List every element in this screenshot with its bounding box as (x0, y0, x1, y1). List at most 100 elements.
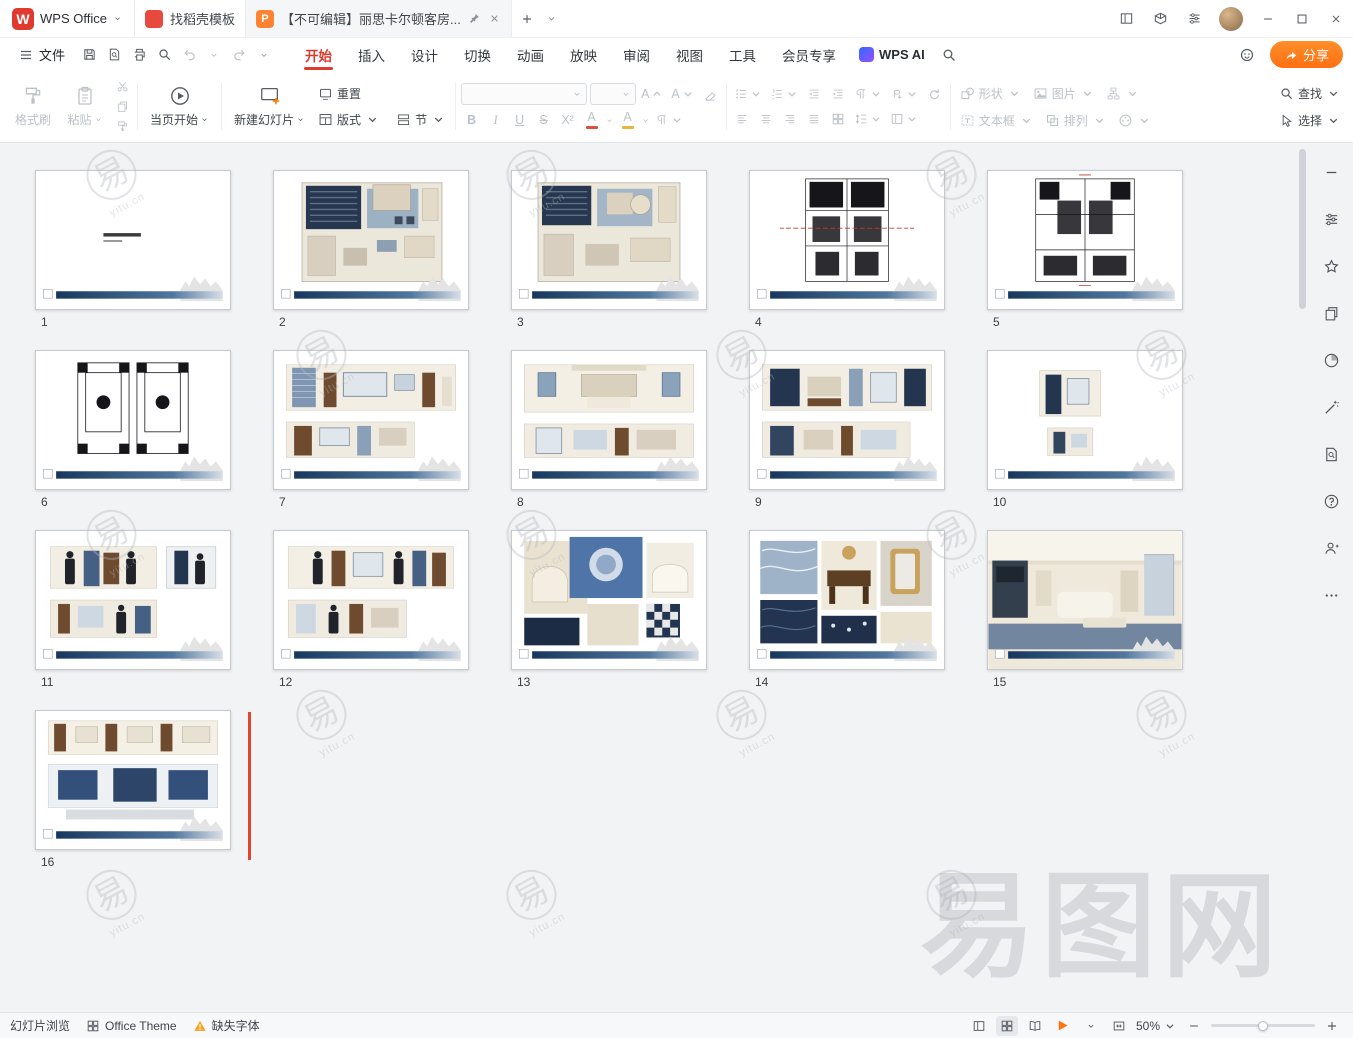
ribbon-tab-home[interactable]: 开始 (292, 38, 345, 71)
copy-button[interactable] (112, 98, 132, 116)
document-tab-presentation[interactable]: P【不可编辑】丽思卡尔顿客房... (245, 0, 512, 37)
columns-button[interactable] (888, 109, 921, 129)
paragraph-settings-button[interactable] (852, 84, 885, 104)
pin-icon[interactable] (468, 12, 481, 25)
numbered-list-button[interactable] (768, 84, 801, 104)
zoom-slider-knob[interactable] (1258, 1021, 1268, 1031)
distribute-button[interactable] (828, 109, 849, 129)
decrease-indent-button[interactable] (804, 84, 825, 104)
color-scheme-button[interactable] (1114, 112, 1156, 129)
picture-button[interactable]: 图片 (1029, 84, 1099, 103)
element-library-button[interactable] (1318, 300, 1344, 326)
collapse-ribbon-button[interactable] (1318, 159, 1344, 185)
slide-thumbnail-7[interactable] (273, 350, 469, 490)
clear-formatting-button[interactable] (700, 84, 721, 104)
properties-panel-button[interactable] (1318, 206, 1344, 232)
ribbon-tab-design[interactable]: 设计 (398, 38, 451, 71)
slide-thumbnail-2[interactable] (273, 170, 469, 310)
paste-button[interactable]: 粘贴 (60, 82, 110, 131)
find-button[interactable]: 查找 (1275, 84, 1345, 103)
more-tools-button[interactable] (1318, 582, 1344, 608)
slide-thumbnail-10[interactable] (987, 350, 1183, 490)
undo-button[interactable] (177, 43, 201, 67)
section-button[interactable]: 节 (392, 110, 450, 129)
increase-font-size-button[interactable]: A (639, 84, 666, 104)
redo-button[interactable] (227, 43, 251, 67)
wps-ai-button[interactable]: WPS AI (849, 38, 935, 71)
document-tab-docer[interactable]: 找稻壳模板 (134, 0, 245, 37)
export-pdf-button[interactable] (102, 43, 126, 67)
reading-view-button[interactable] (1024, 1016, 1046, 1036)
slide-thumbnail-12[interactable] (273, 530, 469, 670)
chart-tools-button[interactable] (1318, 347, 1344, 373)
slide-thumbnail-15[interactable] (987, 530, 1183, 670)
new-tab-button[interactable] (514, 6, 540, 32)
theme-button[interactable]: Office Theme (86, 1019, 177, 1033)
settings-button[interactable] (1177, 0, 1211, 37)
ribbon-tab-transition[interactable]: 切换 (451, 38, 504, 71)
print-preview-button[interactable] (152, 43, 176, 67)
slide-thumbnail-8[interactable] (511, 350, 707, 490)
document-search-button[interactable] (1318, 441, 1344, 467)
wps-home-button[interactable]: W WPS Office (10, 8, 134, 30)
select-button[interactable]: 选择 (1275, 111, 1345, 130)
slide-thumbnail-9[interactable] (749, 350, 945, 490)
search-button[interactable] (935, 42, 963, 68)
slide-thumbnail-6[interactable] (35, 350, 231, 490)
ribbon-tab-view[interactable]: 视图 (663, 38, 716, 71)
ribbon-tab-insert[interactable]: 插入 (345, 38, 398, 71)
missing-fonts-button[interactable]: 缺失字体 (193, 1017, 260, 1034)
superscript-button[interactable]: X² (557, 110, 578, 130)
phonetic-guide-button[interactable] (653, 110, 686, 130)
print-button[interactable] (127, 43, 151, 67)
align-right-button[interactable] (780, 109, 801, 129)
split-view-button[interactable] (1109, 0, 1143, 37)
ribbon-tab-animation[interactable]: 动画 (504, 38, 557, 71)
resources-button[interactable] (1143, 0, 1177, 37)
file-menu-button[interactable]: 文件 (10, 38, 73, 71)
slide-thumbnail-4[interactable] (749, 170, 945, 310)
close-button[interactable] (1319, 0, 1353, 37)
bold-button[interactable]: B (461, 110, 482, 130)
layout-button[interactable]: 版式 (314, 110, 384, 129)
ribbon-tab-tools[interactable]: 工具 (716, 38, 769, 71)
slide-thumbnail-3[interactable] (511, 170, 707, 310)
save-button[interactable] (77, 43, 101, 67)
justify-button[interactable] (804, 109, 825, 129)
minimize-button[interactable] (1251, 0, 1285, 37)
slide-thumbnail-14[interactable] (749, 530, 945, 670)
textbox-button[interactable]: 文本框 (956, 111, 1038, 130)
invite-collaborator-button[interactable] (1318, 535, 1344, 561)
tab-list-button[interactable] (542, 6, 562, 32)
smart-tools-button[interactable] (1318, 394, 1344, 420)
decrease-font-size-button[interactable]: A (669, 84, 696, 104)
slide-thumbnail-1[interactable] (35, 170, 231, 310)
bullet-list-button[interactable] (732, 84, 765, 104)
font-size-select[interactable] (590, 83, 636, 105)
rotate-text-button[interactable] (924, 84, 945, 104)
slide-thumbnail-13[interactable] (511, 530, 707, 670)
tab-close-button[interactable] (488, 12, 501, 25)
slideshow-play-button[interactable] (1052, 1016, 1074, 1036)
highlight-color-button[interactable]: A (617, 110, 638, 130)
slide-thumbnail-16[interactable] (35, 710, 231, 850)
play-from-current-button[interactable]: 当页开始 (143, 74, 216, 139)
vertical-scrollbar[interactable] (1299, 149, 1306, 309)
font-family-select[interactable] (461, 83, 587, 105)
qat-customize-button[interactable] (252, 43, 276, 67)
slide-thumbnail-11[interactable] (35, 530, 231, 670)
cut-button[interactable] (112, 78, 132, 96)
user-avatar[interactable] (1219, 7, 1243, 31)
help-button[interactable] (1318, 488, 1344, 514)
zoom-slider[interactable] (1211, 1024, 1315, 1027)
undo-options-button[interactable] (202, 43, 226, 67)
ribbon-tab-review[interactable]: 审阅 (610, 38, 663, 71)
share-button[interactable]: 分享 (1270, 41, 1343, 68)
smartart-button[interactable] (1102, 85, 1144, 102)
slide-sorter-view-button[interactable] (996, 1016, 1018, 1036)
increase-indent-button[interactable] (828, 84, 849, 104)
format-painter-button[interactable]: 格式刷 (8, 82, 58, 131)
format-painter-small-button[interactable] (112, 118, 132, 136)
zoom-in-button[interactable] (1321, 1016, 1343, 1036)
strikethrough-button[interactable]: S (533, 110, 554, 130)
